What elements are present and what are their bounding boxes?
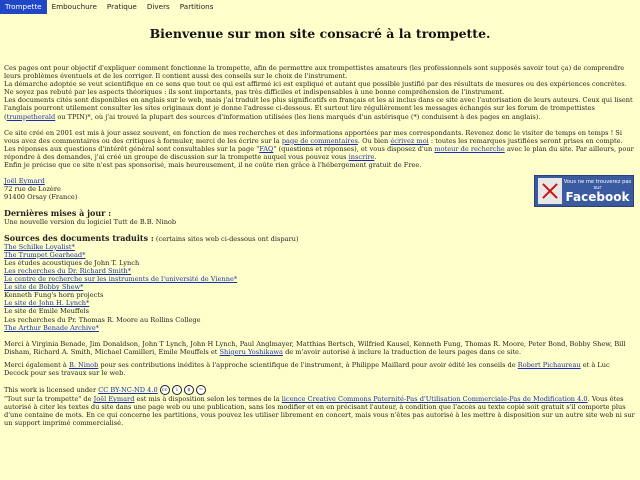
search-engine-link[interactable]: moteur de recherche	[434, 145, 504, 153]
nav-pratique[interactable]: Pratique	[102, 0, 142, 14]
main-content: Bienvenue sur mon site consacré à la tro…	[4, 26, 636, 427]
updates-title: Dernières mises à jour :	[4, 208, 112, 219]
trumpetherald-link[interactable]: trumpetherald	[7, 113, 56, 121]
facebook-badge-logo-text: Facebook	[565, 189, 630, 204]
not-on-facebook-badge: Vous ne me trouverez pas sur Facebook	[534, 175, 634, 208]
updates-text: Une nouvelle version du logiciel Tutt de…	[4, 217, 177, 226]
no-facebook-icon	[538, 178, 562, 205]
nav-embouchure[interactable]: Embouchure	[47, 0, 102, 14]
thanks-paragraph-2: Merci également à B. Ninob pour ses cont…	[4, 360, 610, 377]
author-name-link[interactable]: Joël Eymard	[4, 177, 45, 185]
source-item[interactable]: Les recherches du Dr. Richard Smith*	[4, 267, 131, 275]
ninob-link[interactable]: B. Ninob	[69, 361, 98, 369]
contact-block: Joël Eymard 72 rue de Lozère 91400 Orsay…	[4, 175, 636, 208]
thanks-paragraph-1: Merci à Virginia Benade, Jim Donaldson, …	[4, 339, 626, 356]
sponsor-note: Enfin je précise que ce site n'est pas s…	[4, 161, 422, 170]
source-item[interactable]: Le site de John H. Lynch*	[4, 299, 89, 307]
contact-city: 91400 Orsay (France)	[4, 193, 78, 202]
nav-trompette[interactable]: Trompette	[0, 0, 47, 14]
license-author-link[interactable]: Joël Eymard	[94, 395, 135, 403]
comments-page-link[interactable]: page de commentaires	[282, 137, 358, 145]
nav-partitions[interactable]: Partitions	[175, 0, 219, 14]
yoshikawa-link[interactable]: Shigeru Yoshikawa	[220, 348, 283, 356]
contact-street: 72 rue de Lozère	[4, 185, 61, 194]
nc-icon: $	[184, 385, 194, 396]
intro-paragraph-1: Ces pages ont pour objectif d'expliquer …	[4, 64, 625, 81]
source-item: Kenneth Fung's horn projects	[4, 291, 104, 300]
source-item[interactable]: The Arthur Benade Archive*	[4, 324, 99, 332]
license-line: This work is licensed under CC BY-NC-ND …	[4, 385, 636, 396]
facebook-badge-caption: Vous ne me trouverez pas sur	[563, 178, 632, 191]
source-item: Les études acoustiques de John T. Lynch	[4, 258, 140, 267]
nav-divers[interactable]: Divers	[142, 0, 175, 14]
write-me-link[interactable]: écrivez moi	[390, 137, 428, 145]
source-item: Les recherches du Pr. Thomas R. Moore au…	[4, 315, 201, 324]
sources-list: The Schilke Loyalist* The Trumpet Gearhea…	[4, 243, 636, 332]
source-item: Le site de Emile Meuffels	[4, 307, 89, 316]
license-terms-link[interactable]: licence Creative Commons Paternité-Pas d…	[282, 395, 588, 403]
faq-link[interactable]: FAQ	[259, 145, 273, 153]
cc-license-link[interactable]: CC BY-NC-ND 4.0	[98, 386, 157, 394]
top-navigation: Trompette Embouchure Pratique Divers Par…	[0, 0, 640, 14]
source-item[interactable]: Le centre de recherche sur les instrumen…	[4, 275, 237, 283]
register-link[interactable]: inscrire	[349, 153, 375, 161]
sources-heading: Sources des documents traduits : (certai…	[4, 234, 636, 243]
source-item[interactable]: The Trumpet Gearhead*	[4, 251, 85, 259]
pichaureau-link[interactable]: Robert Pichaureau	[518, 361, 581, 369]
source-item[interactable]: Le site de Bobby Shew*	[4, 283, 83, 291]
cc-icon: cc	[159, 385, 170, 396]
intro-paragraph-3: Les documents cités sont disponibles en …	[4, 96, 633, 121]
by-icon: i	[171, 385, 182, 396]
source-item[interactable]: The Schilke Loyalist*	[4, 243, 75, 251]
nd-icon: =	[196, 385, 207, 396]
sources-note: (certains sites web ci-dessous ont dispa…	[153, 234, 299, 243]
intro-paragraph-2: La démarche adoptée se veut scientifique…	[4, 80, 627, 97]
sources-title: Sources des documents traduits :	[4, 232, 154, 243]
license-paragraph: "Tout sur la trompette" de Joël Eymard e…	[4, 395, 635, 428]
page-title: Bienvenue sur mon site consacré à la tro…	[149, 26, 491, 41]
about-paragraph: Ce site créé en 2001 est mis à jour asse…	[4, 128, 634, 161]
